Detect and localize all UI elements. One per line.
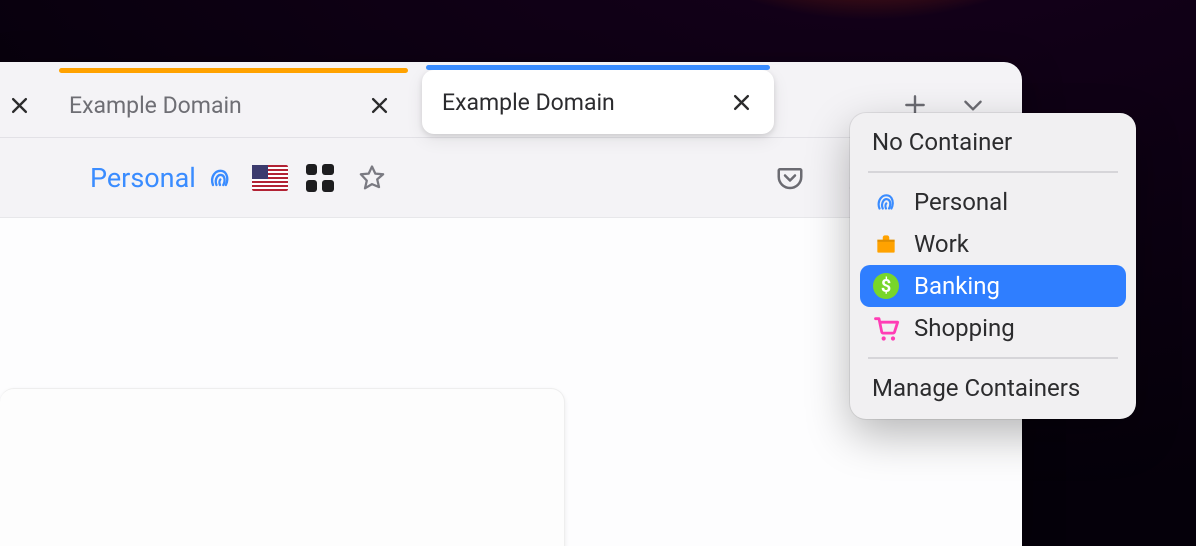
tab-item-active[interactable]: Example Domain [422, 70, 774, 134]
menu-item-shopping[interactable]: Shopping [850, 307, 1136, 349]
menu-label: Banking [914, 272, 1000, 300]
menu-label: Personal [914, 188, 1008, 216]
container-menu: No Container Personal Work $ Banking Sho… [850, 113, 1136, 419]
tab-item[interactable] [0, 73, 55, 137]
menu-item-work[interactable]: Work [850, 223, 1136, 265]
star-icon [357, 163, 387, 193]
container-indicator-pill[interactable]: Personal [90, 162, 234, 194]
pocket-icon [775, 163, 805, 193]
locale-flag-icon[interactable] [252, 165, 288, 191]
close-tab-button[interactable] [726, 87, 756, 117]
menu-item-no-container[interactable]: No Container [850, 121, 1136, 163]
menu-label: Shopping [914, 314, 1015, 342]
container-label: Personal [90, 162, 196, 194]
tab-title: Example Domain [69, 92, 348, 119]
fingerprint-icon [206, 164, 234, 192]
menu-label: Manage Containers [872, 374, 1080, 402]
menu-separator [868, 357, 1118, 359]
container-indicator [426, 65, 770, 70]
menu-item-banking[interactable]: $ Banking [860, 265, 1126, 307]
tiles-icon[interactable] [306, 164, 334, 192]
menu-label: Work [914, 230, 969, 258]
close-icon [11, 97, 28, 114]
menu-item-manage[interactable]: Manage Containers [850, 367, 1136, 409]
pocket-button[interactable] [770, 148, 810, 208]
close-tab-button[interactable] [4, 90, 34, 120]
close-tab-button[interactable] [364, 90, 394, 120]
tab-title: Example Domain [436, 89, 710, 116]
menu-item-personal[interactable]: Personal [850, 181, 1136, 223]
menu-label: No Container [872, 128, 1012, 156]
container-indicator [59, 68, 408, 73]
menu-separator [868, 171, 1118, 173]
tab-item[interactable]: Example Domain [55, 73, 412, 137]
fingerprint-icon [872, 188, 900, 216]
close-icon [733, 94, 750, 111]
cart-icon [872, 314, 900, 342]
briefcase-icon [872, 230, 900, 258]
close-icon [371, 97, 388, 114]
bookmark-star-button[interactable] [352, 148, 392, 208]
content-card [0, 388, 565, 546]
dollar-icon: $ [872, 272, 900, 300]
